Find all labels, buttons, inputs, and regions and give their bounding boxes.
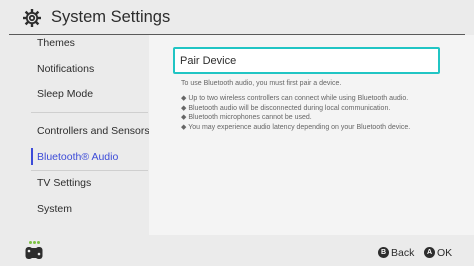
page-title: System Settings (51, 8, 171, 26)
controller-indicator-dot (29, 241, 32, 244)
sidebar-item-themes[interactable]: Themes (37, 37, 75, 49)
pair-device-label: Pair Device (180, 55, 237, 67)
note-item: ◆ Bluetooth microphones cannot be used. (181, 114, 312, 121)
note-item: ◆ Bluetooth audio will be disconnected d… (181, 105, 391, 112)
a-button-icon: A (424, 247, 435, 258)
gear-icon (23, 9, 41, 27)
note-item: ◆ You may experience audio latency depen… (181, 124, 411, 131)
controller-indicator-dot (37, 241, 40, 244)
sidebar-item-sleep-mode[interactable]: Sleep Mode (37, 88, 93, 100)
ok-button[interactable]: OK (437, 247, 452, 259)
controller-indicator-dot (33, 241, 36, 244)
header: System Settings (0, 0, 474, 35)
sidebar-item-system[interactable]: System (37, 203, 72, 215)
sidebar-item-notifications[interactable]: Notifications (37, 63, 94, 75)
sidebar-item-bluetooth-audio[interactable]: Bluetooth® Audio (37, 151, 118, 163)
pairing-description: To use Bluetooth audio, you must first p… (181, 80, 342, 87)
sidebar-divider (31, 112, 148, 113)
note-item: ◆ Up to two wireless controllers can con… (181, 95, 409, 102)
pair-device-button[interactable]: Pair Device (173, 47, 440, 74)
back-button[interactable]: Back (391, 247, 414, 259)
sidebar-item-tv-settings[interactable]: TV Settings (37, 177, 91, 189)
b-button-icon: B (378, 247, 389, 258)
controller-icon (25, 247, 43, 259)
selection-indicator (31, 148, 33, 165)
sidebar-divider (31, 170, 148, 171)
sidebar-item-controllers-and-sensors[interactable]: Controllers and Sensors (37, 125, 150, 137)
